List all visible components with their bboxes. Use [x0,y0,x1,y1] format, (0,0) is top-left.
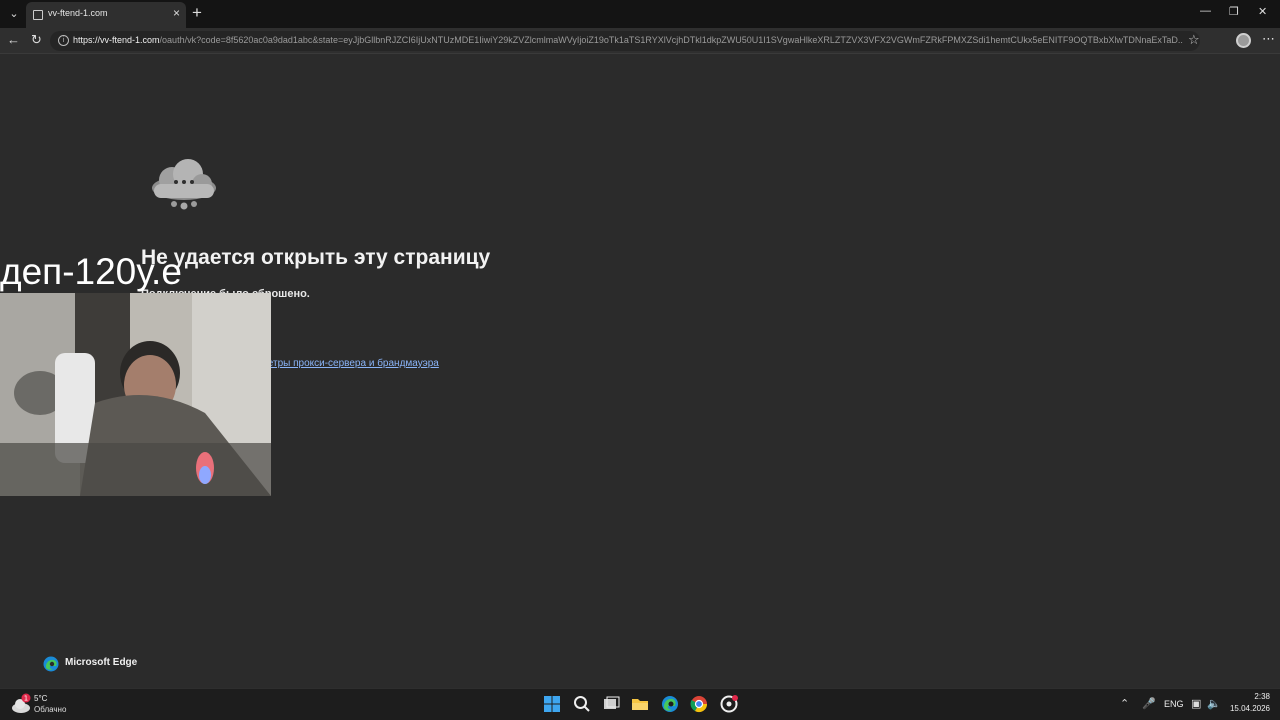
weather-description: Облачно [34,705,67,714]
language-indicator[interactable]: ENG [1164,699,1184,709]
edge-logo-icon [43,656,59,672]
webcam-image [0,293,271,496]
tab-title: vv-ftend-1.com [48,8,108,18]
address-bar[interactable]: i https://vv-ftend-1.com/oauth/vk?code=8… [50,31,1200,51]
restore-button[interactable]: ❐ [1229,5,1239,18]
taskbar: 1 5°C Облачно ⌃ 🎤 ENG ▣ 🔈 2:38 15.04.202… [0,688,1280,720]
edge-icon[interactable] [660,694,680,714]
start-icon[interactable] [542,694,562,714]
chrome-icon[interactable] [689,694,709,714]
microphone-icon[interactable]: 🎤 [1142,697,1156,710]
weather-cloud-icon[interactable]: 1 [10,692,34,716]
error-title: Не удается открыть эту страницу [141,246,491,269]
network-icon[interactable]: ▣ [1191,697,1201,710]
edge-brand-label: Microsoft Edge [65,657,138,668]
weather-badge: 1 [24,695,28,703]
favorite-star-icon[interactable]: ☆ [1188,32,1200,48]
new-tab-button[interactable]: + [192,3,202,23]
url-host: https://vv-ftend-1.com [73,35,160,45]
file-explorer-icon[interactable] [630,694,650,714]
cloud-error-icon [152,159,216,210]
stream-overlay-text: деп-120у.е [0,251,182,292]
chevron-up-icon[interactable]: ⌃ [1120,697,1129,710]
tab-actions-button[interactable]: ⌄ [4,4,24,24]
tab-close-button[interactable]: × [173,6,180,20]
profile-avatar[interactable] [1236,33,1251,48]
address-bar-row: ← ↻ i https://vv-ftend-1.com/oauth/vk?co… [0,28,1280,54]
chevron-down-icon: ⌄ [9,8,19,20]
webcam-overlay [0,293,271,496]
close-window-button[interactable]: ✕ [1258,5,1267,18]
clock-date[interactable]: 15.04.2026 [1226,704,1270,713]
tab-bar: ⌄ vv-ftend-1.com × + — ❐ ✕ [0,0,1280,28]
page-icon [33,10,43,20]
back-button[interactable]: ← [7,32,20,47]
url-path: /oauth/vk?code=8f5620ac0a9dad1abc&state=… [159,35,1183,45]
url-text[interactable]: https://vv-ftend-1.com/oauth/vk?code=8f5… [73,35,1183,45]
weather-temperature: 5°C [34,694,48,703]
more-options-button[interactable]: ⋯ [1262,31,1275,47]
tab-active[interactable]: vv-ftend-1.com × [26,2,186,28]
volume-icon[interactable]: 🔈 [1207,697,1221,710]
app-icon[interactable] [719,694,739,714]
clock-time[interactable]: 2:38 [1230,692,1270,701]
minimize-button[interactable]: — [1200,5,1211,17]
search-icon[interactable] [572,694,592,714]
task-view-icon[interactable] [601,694,621,714]
info-icon[interactable]: i [58,35,69,46]
refresh-button[interactable]: ↻ [31,32,42,48]
